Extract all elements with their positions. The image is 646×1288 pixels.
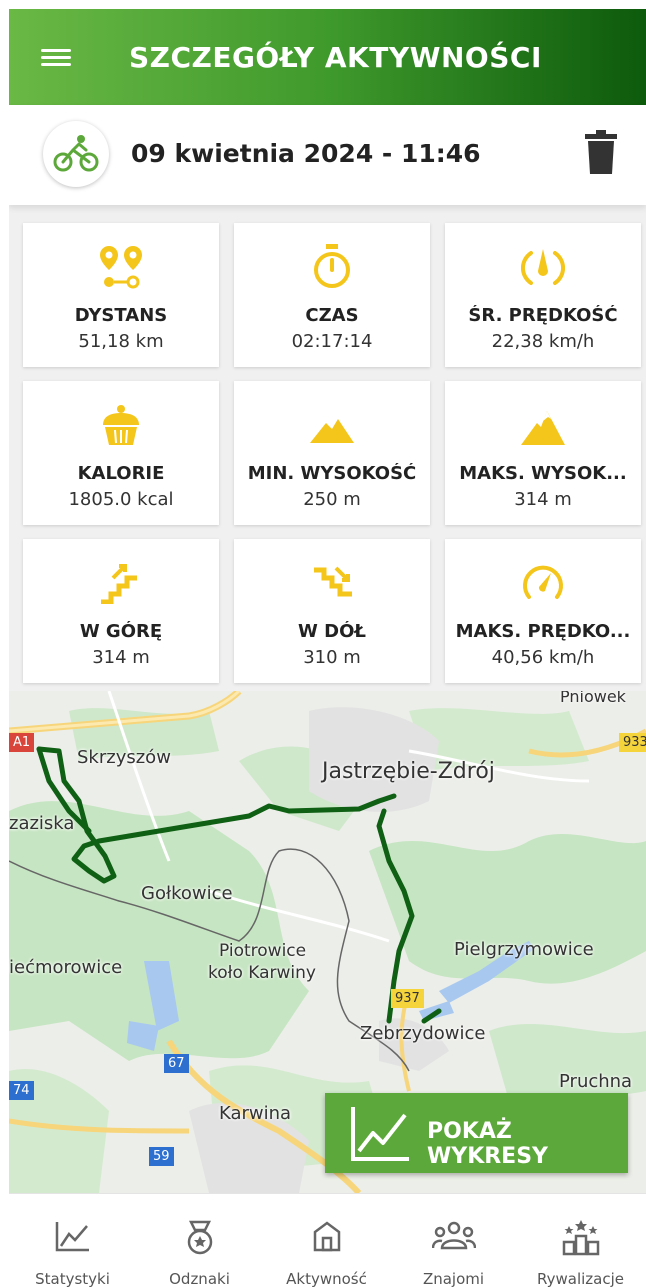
stat-value: 310 m xyxy=(303,647,361,668)
nav-item-badges[interactable]: Odznaki xyxy=(136,1194,263,1288)
road-badge: A1 xyxy=(9,733,35,752)
chart-line-icon xyxy=(9,1220,136,1256)
stat-value: 40,56 km/h xyxy=(491,647,595,668)
nav-label: Odznaki xyxy=(169,1270,230,1288)
stat-card-avg-speed: ŚR. PRĘDKOŚĆ 22,38 km/h xyxy=(445,223,641,367)
stat-label: ŚR. PRĘDKOŚĆ xyxy=(468,305,618,326)
stat-label: MAKS. PRĘDKO... xyxy=(455,621,631,642)
stat-value: 22,38 km/h xyxy=(491,331,595,352)
stairs-down-icon xyxy=(234,557,430,609)
map-place-label: zaziska xyxy=(9,813,75,834)
nav-item-activity[interactable]: Aktywność xyxy=(263,1194,390,1288)
stat-card-time: CZAS 02:17:14 xyxy=(234,223,430,367)
stat-card-descent: W DÓŁ 310 m xyxy=(234,539,430,683)
show-charts-button[interactable]: POKAŻ WYKRESY xyxy=(325,1093,628,1173)
medal-icon xyxy=(136,1220,263,1256)
road-badge: 59 xyxy=(149,1147,174,1166)
stat-card-max-altitude: MAKS. WYSOK... 314 m xyxy=(445,381,641,525)
map-place-label: Jastrzębie-Zdrój xyxy=(322,759,495,784)
avg-speed-icon xyxy=(445,241,641,293)
stat-value: 1805.0 kcal xyxy=(68,489,174,510)
stat-card-distance: DYSTANS 51,18 km xyxy=(23,223,219,367)
nav-label: Znajomi xyxy=(422,1270,485,1288)
stat-card-max-speed: MAKS. PRĘDKO... 40,56 km/h xyxy=(445,539,641,683)
map-place-label: Pielgrzymowice xyxy=(454,939,594,960)
stat-label: MAKS. WYSOK... xyxy=(459,463,627,484)
map-place-label: Zebrzydowice xyxy=(360,1023,486,1044)
map-place-label: Gołkowice xyxy=(141,883,233,904)
nav-label: Aktywność xyxy=(286,1270,367,1288)
hamburger-menu-icon[interactable] xyxy=(33,39,79,75)
stat-value: 314 m xyxy=(514,489,572,510)
stat-card-ascent: W GÓRĘ 314 m xyxy=(23,539,219,683)
app-bar: SZCZEGÓŁY AKTYWNOŚCI xyxy=(9,9,646,105)
cupcake-icon xyxy=(23,399,219,451)
route-map[interactable]: Pniowek Skrzyszów Jastrzębie-Zdrój zazis… xyxy=(9,691,646,1193)
bicycle-icon xyxy=(43,121,109,187)
map-place-label: Pniowek xyxy=(560,691,626,706)
stat-label: W GÓRĘ xyxy=(79,621,163,642)
stat-label: DYSTANS xyxy=(74,305,168,326)
map-place-label: Karwina xyxy=(219,1103,292,1124)
high-mountain-icon xyxy=(445,399,641,451)
stat-card-calories: KALORIE 1805.0 kcal xyxy=(23,381,219,525)
road-badge: 937 xyxy=(391,989,424,1008)
stats-grid: DYSTANS 51,18 km CZAS 02:17:14 ŚR. PRĘDK… xyxy=(9,205,646,691)
stat-value: 314 m xyxy=(92,647,150,668)
stairs-up-icon xyxy=(23,557,219,609)
nav-label: Statystyki xyxy=(35,1270,110,1288)
app-screen: SZCZEGÓŁY AKTYWNOŚCI 09 kwietnia 2024 - … xyxy=(9,9,646,1288)
ranking-icon xyxy=(517,1220,644,1256)
nav-label: Rywalizacje xyxy=(537,1270,624,1288)
friends-icon xyxy=(390,1220,517,1256)
stat-label: W DÓŁ xyxy=(298,621,366,642)
activity-header: 09 kwietnia 2024 - 11:46 xyxy=(9,105,646,205)
page-title: SZCZEGÓŁY AKTYWNOŚCI xyxy=(129,41,542,74)
road-badge: 67 xyxy=(164,1054,189,1073)
nav-item-statistics[interactable]: Statystyki xyxy=(9,1194,136,1288)
stat-value: 51,18 km xyxy=(78,331,164,352)
chart-line-icon xyxy=(351,1107,409,1161)
stopwatch-icon xyxy=(234,241,430,293)
road-badge: 74 xyxy=(9,1081,34,1100)
stat-value: 02:17:14 xyxy=(291,331,373,352)
bottom-navigation: Statystyki Odznaki Aktywność Znajomi Ryw… xyxy=(9,1193,646,1288)
map-place-label: Piotrowice xyxy=(219,941,307,961)
stat-value: 250 m xyxy=(303,489,361,510)
map-place-label: Skrzyszów xyxy=(77,747,171,768)
road-badge: 933 xyxy=(619,733,646,752)
nav-item-friends[interactable]: Znajomi xyxy=(390,1194,517,1288)
map-place-label: Pruchna xyxy=(559,1071,633,1092)
stat-card-min-altitude: MIN. WYSOKOŚĆ 250 m xyxy=(234,381,430,525)
speedometer-icon xyxy=(445,557,641,609)
distance-pins-icon xyxy=(23,241,219,293)
stat-label: KALORIE xyxy=(77,463,165,484)
nav-item-competitions[interactable]: Rywalizacje xyxy=(517,1194,644,1288)
map-place-label: koło Karwiny xyxy=(208,963,316,983)
stat-label: CZAS xyxy=(305,305,359,326)
home-icon xyxy=(263,1220,390,1256)
show-charts-label: POKAŻ WYKRESY xyxy=(427,1119,548,1169)
trash-icon[interactable] xyxy=(579,127,623,177)
activity-date: 09 kwietnia 2024 - 11:46 xyxy=(131,139,481,168)
low-mountain-icon xyxy=(234,399,430,451)
stat-label: MIN. WYSOKOŚĆ xyxy=(247,463,417,484)
map-place-label: iećmorowice xyxy=(9,957,123,978)
